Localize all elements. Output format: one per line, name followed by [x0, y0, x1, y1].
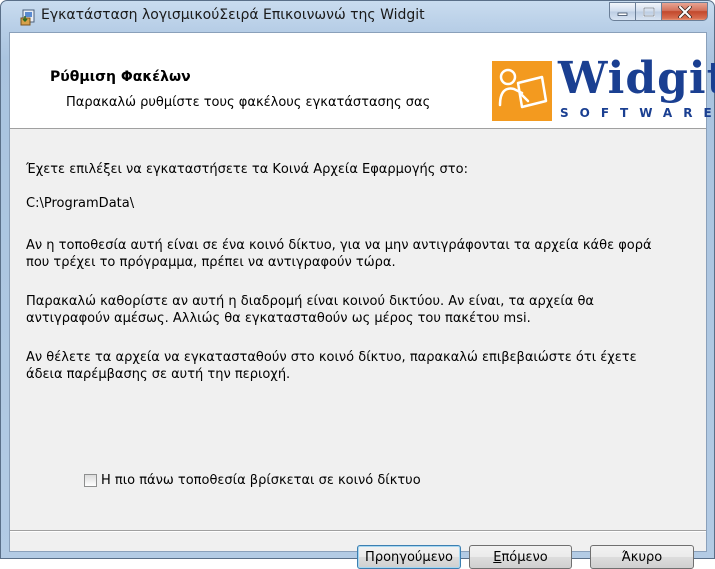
next-button-label: πόμενο — [501, 549, 548, 565]
installer-icon — [20, 9, 35, 26]
widgit-logo-word: Widgit — [558, 53, 715, 104]
title-bar[interactable]: Εγκατάσταση λογισμικούΣειρά Επικοινωνώ τ… — [1, 1, 715, 31]
next-button[interactable]: Επόμενο — [469, 545, 572, 569]
widgit-logo: Widgit SOFTWARE — [492, 53, 715, 124]
paragraph-1-line-1: Αν η τοποθεσία αυτή είναι σε ένα κοινό δ… — [26, 238, 652, 253]
cancel-button[interactable]: Άκυρο — [590, 545, 694, 569]
close-icon — [677, 5, 692, 18]
next-button-mnemonic: Ε — [493, 549, 502, 565]
widgit-logo-box — [492, 61, 552, 121]
footer-separator — [10, 530, 706, 532]
maximize-button[interactable] — [636, 2, 662, 21]
shared-network-checkbox[interactable] — [84, 474, 97, 487]
minimize-button[interactable] — [609, 2, 636, 21]
shared-network-label[interactable]: Η πιο πάνω τοποθεσία βρίσκεται σε κοινό … — [101, 473, 421, 488]
minimize-icon — [617, 12, 628, 16]
shared-network-option[interactable]: Η πιο πάνω τοποθεσία βρίσκεται σε κοινό … — [84, 473, 421, 488]
paragraph-1-line-2: που τρέχει το πρόγραμμα, πρέπει να αντιγ… — [26, 255, 396, 270]
info-line: Έχετε επιλέξει να εγκαταστήσετε τα Κοινά… — [26, 162, 468, 177]
paragraph-3-line-2: άδεια παρέμβασης σε αυτή την περιοχή. — [26, 367, 291, 382]
close-button[interactable] — [662, 2, 708, 21]
page-subtitle: Παρακαλώ ρυθμίστε τους φακέλους εγκατάστ… — [66, 95, 431, 110]
paragraph-2-line-2: αντιγραφούν αμέσως. Αλλιώς θα εγκατασταθ… — [26, 311, 531, 326]
header-banner: Ρύθμιση Φακέλων Παρακαλώ ρυθμίστε τους φ… — [10, 33, 715, 129]
paragraph-2-line-1: Παρακαλώ καθορίστε αν αυτή η διαδρομή εί… — [26, 294, 594, 309]
paragraph-3-line-1: Αν θέλετε τα αρχεία να εγκατασταθούν στο… — [26, 350, 637, 365]
maximize-icon — [642, 6, 655, 17]
dialog-client: Ρύθμιση Φακέλων Παρακαλώ ρυθμίστε τους φ… — [9, 32, 715, 569]
widgit-logo-software: SOFTWARE — [560, 106, 715, 120]
install-path: C:\ProgramData\ — [26, 196, 135, 211]
window-title: Εγκατάσταση λογισμικούΣειρά Επικοινωνώ τ… — [41, 7, 425, 23]
back-button[interactable]: Προηγούμενο — [357, 545, 461, 569]
installer-window: Εγκατάσταση λογισμικούΣειρά Επικοινωνώ τ… — [0, 0, 715, 569]
caption-buttons — [609, 2, 708, 22]
page-title: Ρύθμιση Φακέλων — [50, 69, 191, 85]
reading-person-icon — [498, 68, 548, 109]
